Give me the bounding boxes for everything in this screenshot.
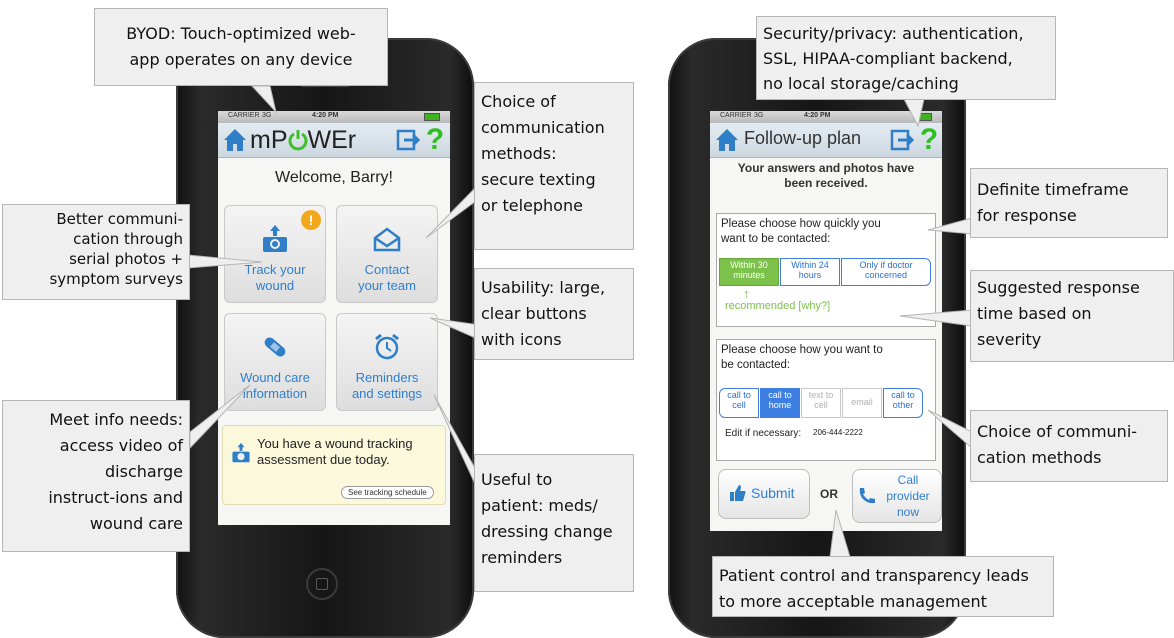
callout-timeframe: Definite timeframe for response: [970, 168, 1168, 238]
callout-choice-methods: Choice of communi-cation methods: [970, 410, 1168, 482]
pointer-patient-control: [829, 509, 851, 558]
pointer-byod: [250, 85, 277, 114]
pointer-better-comm: [187, 254, 263, 269]
callout-byod: BYOD: Touch-optimized web-app operates o…: [94, 8, 388, 86]
callout-usability: Usability: large, clear buttons with icons: [474, 268, 634, 360]
callout-suggested: Suggested response time based on severity: [970, 270, 1174, 362]
callout-useful: Useful to patient: meds/dressing change re…: [474, 454, 634, 592]
callout-better-communication: Better communi-cation through serial phot…: [2, 204, 190, 300]
pointer-usability: [429, 317, 481, 341]
pointer-choice-methods: [927, 409, 973, 450]
pointer-security: [903, 98, 925, 128]
callout-patient-control: Patient control and transparency leads to…: [712, 556, 1054, 617]
pointer-suggested: [899, 309, 973, 327]
pointer-timeframe: [927, 217, 973, 235]
callout-security: Security/privacy: authentication, SSL, HI…: [756, 16, 1056, 100]
callout-meet-info: Meet info needs: access video of discharge…: [2, 400, 190, 552]
callout-choice-communication: Choice of communication methods: secure tex…: [474, 82, 634, 250]
pointer-useful: [433, 394, 477, 487]
pointer-meet-info: [189, 384, 251, 450]
pointer-choice-comm: [425, 181, 481, 239]
